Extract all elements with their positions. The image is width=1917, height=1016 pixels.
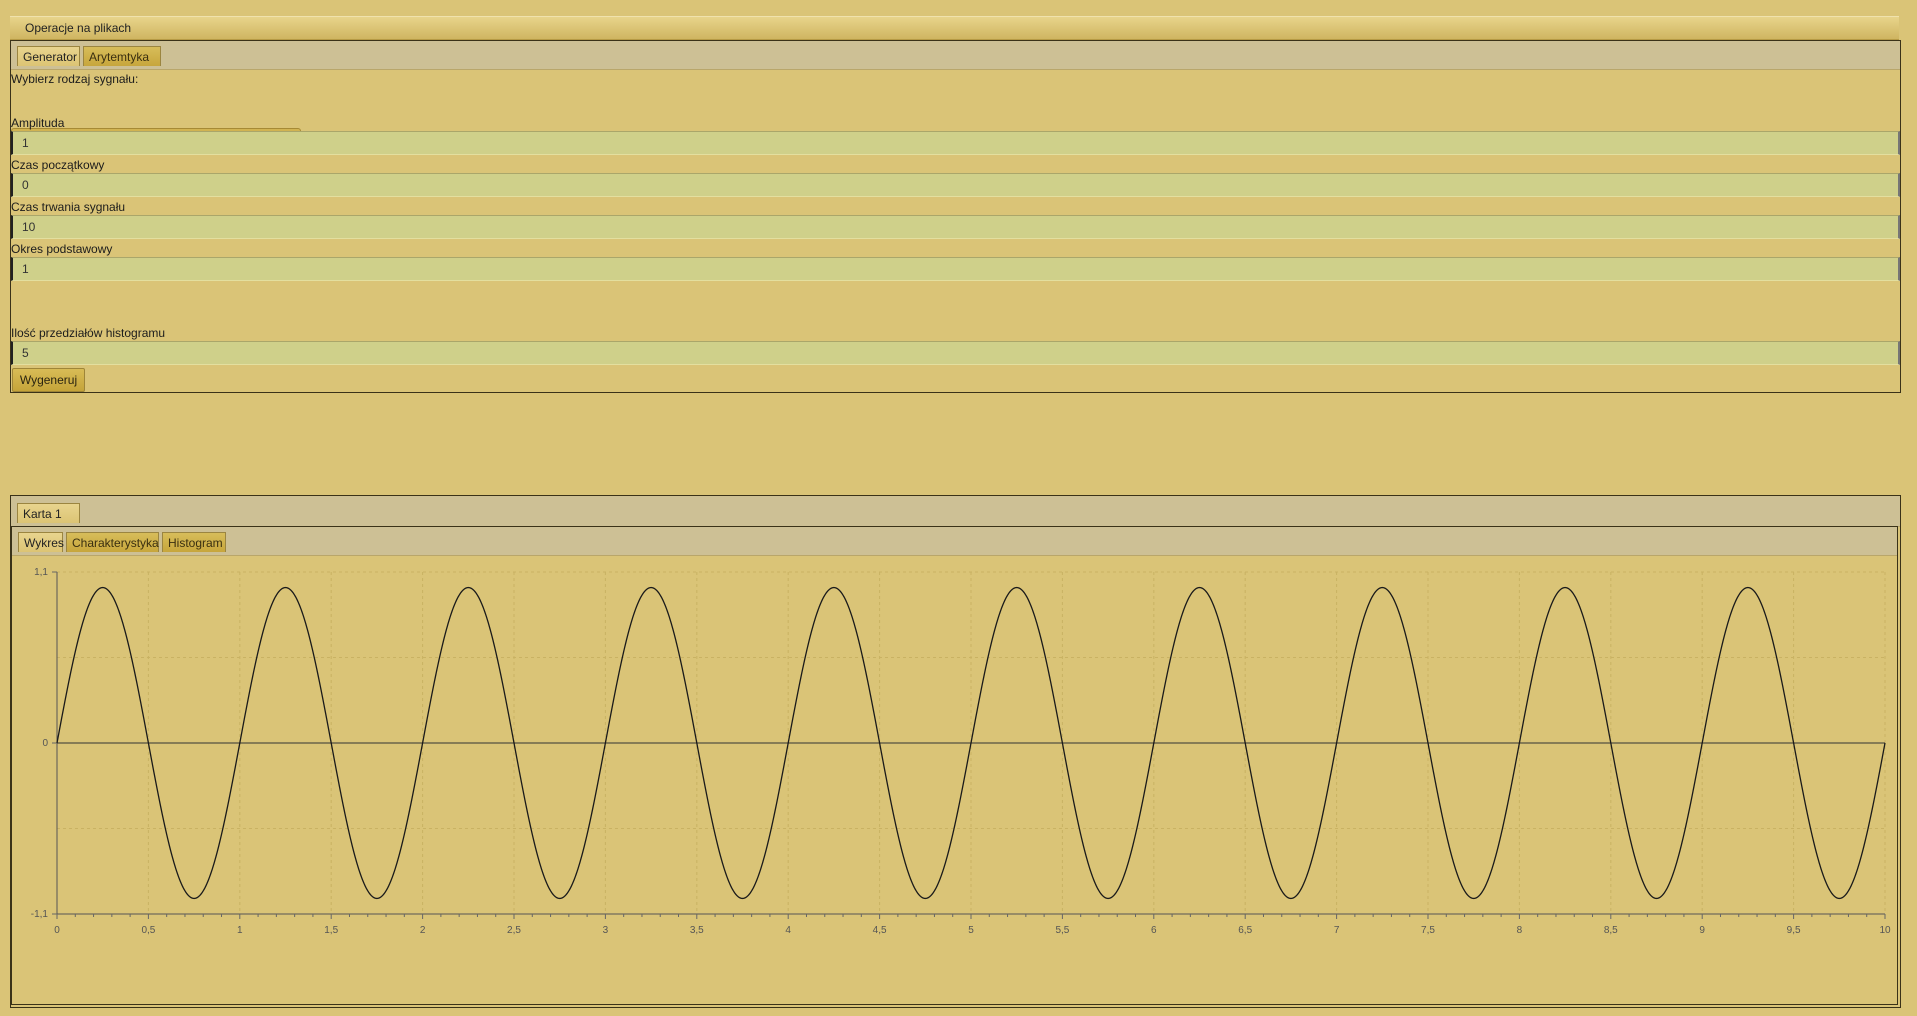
tab-generator[interactable]: Generator: [17, 46, 80, 66]
x-tick-label: 10: [1879, 925, 1891, 936]
chart-tab-bar: Wykres Charakterystyka Histogram: [12, 527, 1897, 556]
start-time-label: Czas początkowy: [11, 158, 105, 172]
x-tick-label: 1,5: [324, 925, 338, 936]
tab-histogram[interactable]: Histogram: [162, 532, 226, 552]
tab-card-1[interactable]: Karta 1 ✕: [17, 503, 80, 541]
generate-button[interactable]: Wygeneruj: [12, 368, 85, 392]
duration-field[interactable]: [11, 215, 1900, 239]
x-tick-label: 6,5: [1238, 925, 1252, 936]
duration-label: Czas trwania sygnału: [11, 200, 126, 214]
x-tick-label: 7,5: [1421, 925, 1435, 936]
x-tick-label: 6: [1151, 925, 1157, 936]
x-tick-label: 4: [785, 925, 791, 936]
chart-panel: Wykres Charakterystyka Histogram 0 0,5 1 1,…: [11, 526, 1898, 1005]
signal-chart: 0 0,5 1 1,5 2 2,5 3 3,5 4 4,5 5 5,5 6 6,5 7 7,5 8 8,5 9 9,5…: [31, 567, 1891, 936]
x-tick-label: 8,5: [1604, 925, 1618, 936]
start-time-field[interactable]: [11, 173, 1900, 197]
tab-chart[interactable]: Wykres: [18, 532, 64, 552]
x-tick-label: 8: [1517, 925, 1523, 936]
signal-type-label: Wybierz rodzaj sygnału:: [11, 72, 139, 86]
y-tick-label: 0: [42, 738, 48, 749]
tab-characteristics[interactable]: Charakterystyka: [66, 532, 159, 552]
histogram-bins-field[interactable]: [11, 341, 1900, 365]
x-tick-label: 4,5: [873, 925, 887, 936]
y-tick-label: 1,1: [34, 567, 48, 578]
x-tick-label: 9: [1699, 925, 1705, 936]
amplitude-label: Amplituda: [11, 116, 65, 130]
amplitude-field[interactable]: [11, 131, 1900, 155]
x-tick-label: 3,5: [690, 925, 704, 936]
menu-bar: Operacje na plikach: [10, 16, 1899, 40]
menu-file-operations[interactable]: Operacje na plikach: [25, 21, 131, 35]
x-tick-label: 0: [54, 925, 60, 936]
results-panel: Karta 1 ✕ Wykres Charakterystyka Histogr…: [10, 495, 1901, 1008]
x-tick-label: 2: [420, 925, 426, 936]
x-tick-label: 0,5: [141, 925, 155, 936]
tab-arithmetic[interactable]: Arytemtyka: [83, 46, 161, 66]
x-tick-label: 5: [968, 925, 974, 936]
period-label: Okres podstawowy: [11, 242, 113, 256]
tab-card-1-label: Karta 1: [23, 507, 62, 521]
results-tab-bar: Karta 1 ✕: [11, 496, 1900, 541]
x-tick-label: 3: [603, 925, 609, 936]
histogram-bins-label: Ilość przedziałów histogramu: [11, 326, 166, 340]
y-tick-label: -1,1: [31, 909, 49, 920]
x-tick-label: 9,5: [1787, 925, 1801, 936]
generator-panel: Generator Arytemtyka Wybierz rodzaj sygn…: [10, 40, 1901, 393]
x-tick-label: 2,5: [507, 925, 521, 936]
x-tick-label: 5,5: [1055, 925, 1069, 936]
x-tick-label: 1: [237, 925, 243, 936]
top-tab-bar: Generator Arytemtyka: [11, 41, 1900, 70]
period-field[interactable]: [11, 257, 1900, 281]
x-tick-label: 7: [1334, 925, 1340, 936]
